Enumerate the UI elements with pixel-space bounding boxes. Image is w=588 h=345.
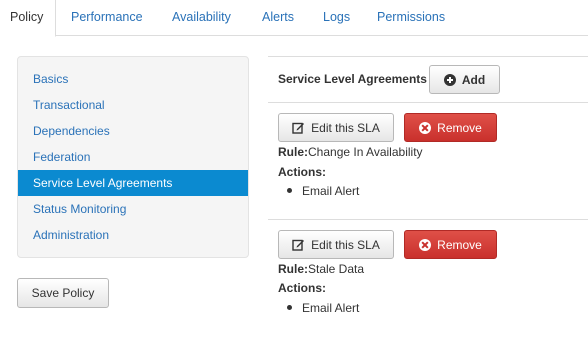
bullet-icon: [287, 305, 292, 311]
rule-value: Change In Availability: [308, 145, 423, 159]
remove-sla-label: Remove: [437, 120, 482, 135]
tab-performance[interactable]: Performance: [61, 0, 153, 36]
actions-label: Actions:: [278, 281, 326, 295]
remove-circle-icon: [419, 121, 432, 134]
tab-alerts[interactable]: Alerts: [252, 0, 304, 36]
add-sla-button[interactable]: Add: [429, 65, 500, 94]
action-item: Email Alert: [287, 301, 359, 315]
edit-sla-button[interactable]: Edit this SLA: [278, 230, 394, 259]
nav-item-transactional[interactable]: Transactional: [18, 92, 248, 118]
section-top-divider: [268, 56, 588, 57]
plus-circle-icon: [443, 73, 456, 86]
sla-divider-2: [268, 219, 588, 220]
action-item-label: Email Alert: [302, 301, 360, 315]
add-sla-label: Add: [461, 72, 486, 87]
tab-policy[interactable]: Policy: [0, 0, 56, 37]
edit-sla-label: Edit this SLA: [311, 120, 380, 135]
action-item-label: Email Alert: [302, 184, 360, 198]
edit-icon: [292, 239, 305, 251]
nav-item-administration[interactable]: Administration: [18, 222, 248, 248]
bullet-icon: [287, 188, 292, 194]
nav-item-service-level-agreements[interactable]: Service Level Agreements: [18, 170, 248, 196]
edit-sla-label: Edit this SLA: [311, 237, 380, 252]
tab-logs[interactable]: Logs: [313, 0, 360, 36]
nav-item-status-monitoring[interactable]: Status Monitoring: [18, 196, 248, 222]
nav-item-federation[interactable]: Federation: [18, 144, 248, 170]
remove-sla-button[interactable]: Remove: [404, 113, 497, 142]
remove-sla-label: Remove: [437, 237, 482, 252]
edit-sla-button[interactable]: Edit this SLA: [278, 113, 394, 142]
rule-label: Rule:: [278, 145, 308, 159]
tab-bar: Policy Performance Availability Alerts L…: [0, 0, 588, 37]
rule-value: Stale Data: [308, 262, 365, 276]
remove-sla-button[interactable]: Remove: [404, 230, 497, 259]
section-title: Service Level Agreements: [278, 72, 427, 86]
edit-icon: [292, 122, 305, 134]
action-item: Email Alert: [287, 184, 359, 198]
remove-circle-icon: [419, 238, 432, 251]
tab-availability[interactable]: Availability: [162, 0, 241, 36]
rule-label: Rule:: [278, 262, 308, 276]
save-policy-button[interactable]: Save Policy: [17, 278, 109, 308]
sla-rule: Rule:Change In Availability: [278, 145, 423, 159]
sla-rule: Rule:Stale Data: [278, 262, 364, 276]
policy-nav-panel: Basics Transactional Dependencies Federa…: [17, 56, 249, 258]
nav-item-dependencies[interactable]: Dependencies: [18, 118, 248, 144]
tab-permissions[interactable]: Permissions: [367, 0, 455, 36]
nav-item-basics[interactable]: Basics: [18, 66, 248, 92]
save-policy-label: Save Policy: [31, 286, 95, 300]
actions-label: Actions:: [278, 165, 326, 179]
sla-divider-1: [268, 102, 588, 103]
